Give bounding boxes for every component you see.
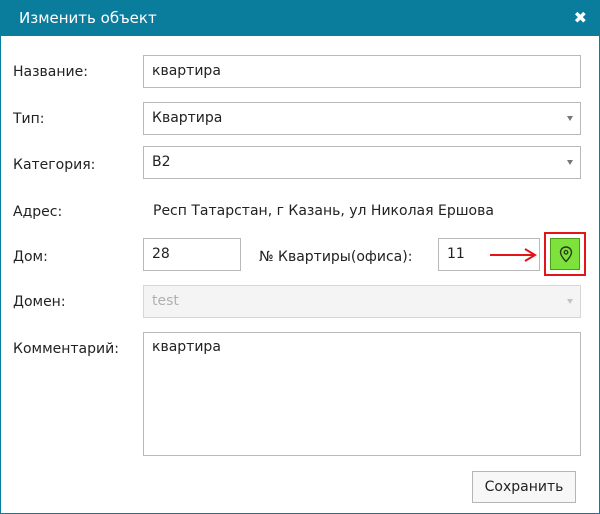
domain-select: test [143,285,581,318]
apartment-label: № Квартиры(офиса): [259,249,413,265]
save-button[interactable]: Сохранить [472,471,576,503]
category-select[interactable]: B2 [143,146,581,179]
house-label: Дом: [13,249,48,265]
type-select-value: Квартира [152,110,223,126]
category-select-value: B2 [152,154,171,170]
category-label: Категория: [13,157,96,173]
domain-select-value: test [152,293,179,309]
type-select[interactable]: Квартира [143,102,581,135]
chevron-down-icon [567,116,573,121]
type-label: Тип: [13,111,45,127]
address-label: Адрес: [13,204,63,220]
map-button-highlight [544,232,586,276]
close-icon[interactable]: ✖ [574,8,587,28]
dialog-titlebar: Изменить объект ✖ [1,1,599,36]
chevron-down-icon [567,299,573,304]
name-label: Название: [13,64,88,80]
map-button[interactable] [550,238,580,270]
chevron-down-icon [567,160,573,165]
arrow-right-icon [490,248,537,262]
domain-label: Домен: [13,294,66,310]
dialog-title: Изменить объект [19,9,157,27]
edit-object-dialog: Изменить объект ✖ Название: квартира Тип… [0,0,600,514]
comment-label: Комментарий: [13,341,119,357]
house-input[interactable]: 28 [143,238,241,271]
map-pin-icon [559,246,573,263]
name-input[interactable]: квартира [143,55,581,88]
comment-textarea[interactable]: квартира [143,332,581,456]
address-value: Респ Татарстан, г Казань, ул Николая Ерш… [153,203,494,219]
